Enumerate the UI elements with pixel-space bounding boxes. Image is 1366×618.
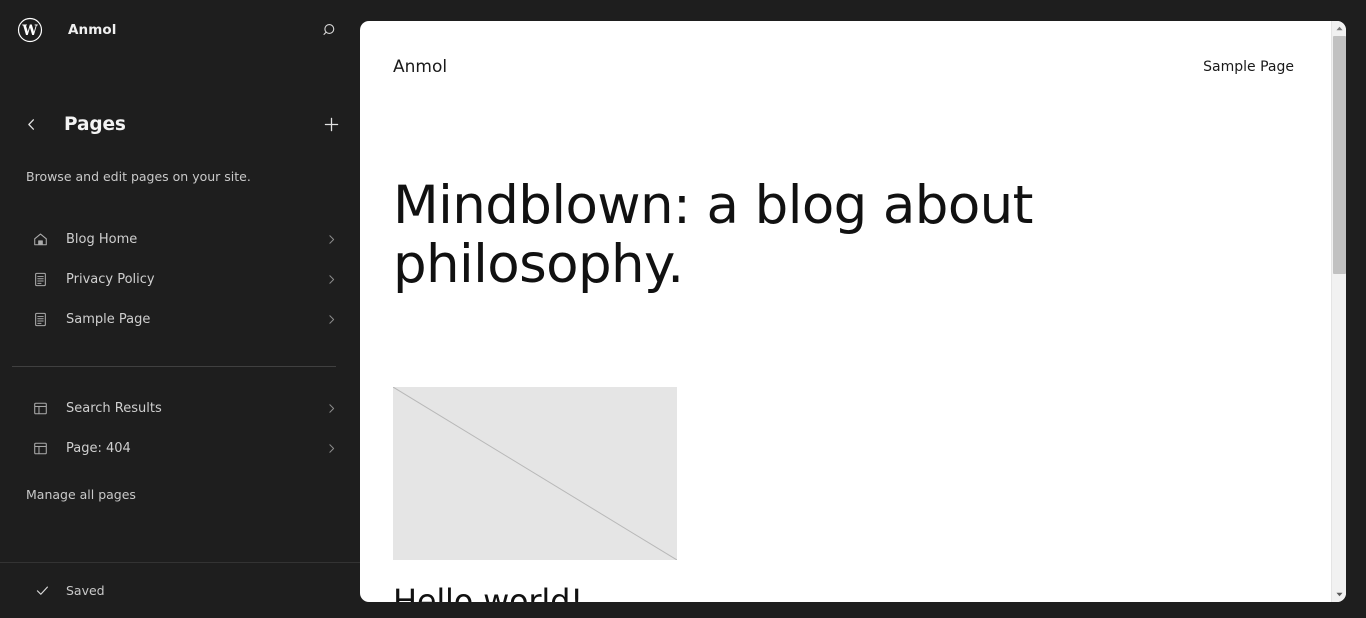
pages-primary-list: Blog Home Privacy Policy Sample Page xyxy=(0,220,360,340)
sidebar-item-label: Page: 404 xyxy=(66,441,131,456)
sidebar-topbar: W Anmol xyxy=(0,0,360,60)
wordpress-logo-icon[interactable]: W xyxy=(16,16,44,44)
site-preview-hero-title: Mindblown: a blog about philosophy. xyxy=(393,175,1033,296)
chevron-right-icon xyxy=(322,311,340,329)
svg-text:W: W xyxy=(21,23,38,39)
template-layout-icon xyxy=(30,399,50,419)
post-thumbnail-placeholder xyxy=(393,386,677,560)
manage-all-pages-link[interactable]: Manage all pages xyxy=(0,487,160,502)
chevron-right-icon xyxy=(322,440,340,458)
preview-scrollbar[interactable] xyxy=(1331,21,1346,602)
sidebar-item-label: Blog Home xyxy=(66,232,138,247)
site-preview-nav: Sample Page xyxy=(1203,59,1294,75)
post-title[interactable]: Hello world! xyxy=(393,582,1346,602)
page-document-icon xyxy=(30,270,50,290)
save-status-label: Saved xyxy=(66,583,105,598)
plus-icon[interactable] xyxy=(316,109,346,139)
sidebar-item-search-results[interactable]: Search Results xyxy=(12,389,348,429)
sidebar-site-title: Anmol xyxy=(68,22,117,38)
sidebar-item-label: Privacy Policy xyxy=(66,272,155,287)
pages-panel-header: Pages xyxy=(0,104,360,144)
site-editor-app: W Anmol Pages Browse and edit pages on y… xyxy=(0,0,1366,618)
scroll-down-arrow-icon[interactable] xyxy=(1332,587,1346,602)
sidebar-item-blog-home[interactable]: Blog Home xyxy=(12,220,348,260)
sidebar-item-label: Sample Page xyxy=(66,312,151,327)
chevron-right-icon xyxy=(322,231,340,249)
sidebar-item-sample-page[interactable]: Sample Page xyxy=(12,300,348,340)
nav-link-sample-page[interactable]: Sample Page xyxy=(1203,59,1294,75)
site-preview-brand[interactable]: Anmol xyxy=(393,57,447,77)
editor-canvas-area: Anmol Sample Page Mindblown: a blog abou… xyxy=(360,0,1366,618)
scrollbar-thumb[interactable] xyxy=(1333,36,1346,274)
site-preview-header: Anmol Sample Page xyxy=(360,21,1346,77)
chevron-right-icon xyxy=(322,400,340,418)
search-icon[interactable] xyxy=(314,14,346,46)
template-layout-icon xyxy=(30,439,50,459)
pages-panel-description: Browse and edit pages on your site. xyxy=(26,169,251,184)
sidebar-item-page-404[interactable]: Page: 404 xyxy=(12,429,348,469)
sidebar-item-privacy-policy[interactable]: Privacy Policy xyxy=(12,260,348,300)
home-icon xyxy=(30,230,50,250)
chevron-right-icon xyxy=(322,271,340,289)
site-preview-content: Anmol Sample Page Mindblown: a blog abou… xyxy=(360,21,1346,602)
page-title: Pages xyxy=(64,113,126,135)
sidebar-item-label: Search Results xyxy=(66,401,162,416)
pages-secondary-list: Search Results Page: 404 xyxy=(0,389,360,469)
checkmark-icon xyxy=(34,583,50,599)
editor-sidebar: W Anmol Pages Browse and edit pages on y… xyxy=(0,0,360,618)
page-document-icon xyxy=(30,310,50,330)
save-status-button[interactable]: Saved xyxy=(0,562,360,618)
scroll-up-arrow-icon[interactable] xyxy=(1332,21,1346,36)
site-preview-frame[interactable]: Anmol Sample Page Mindblown: a blog abou… xyxy=(360,21,1346,602)
sidebar-divider xyxy=(12,365,336,367)
chevron-left-icon[interactable] xyxy=(18,111,44,137)
